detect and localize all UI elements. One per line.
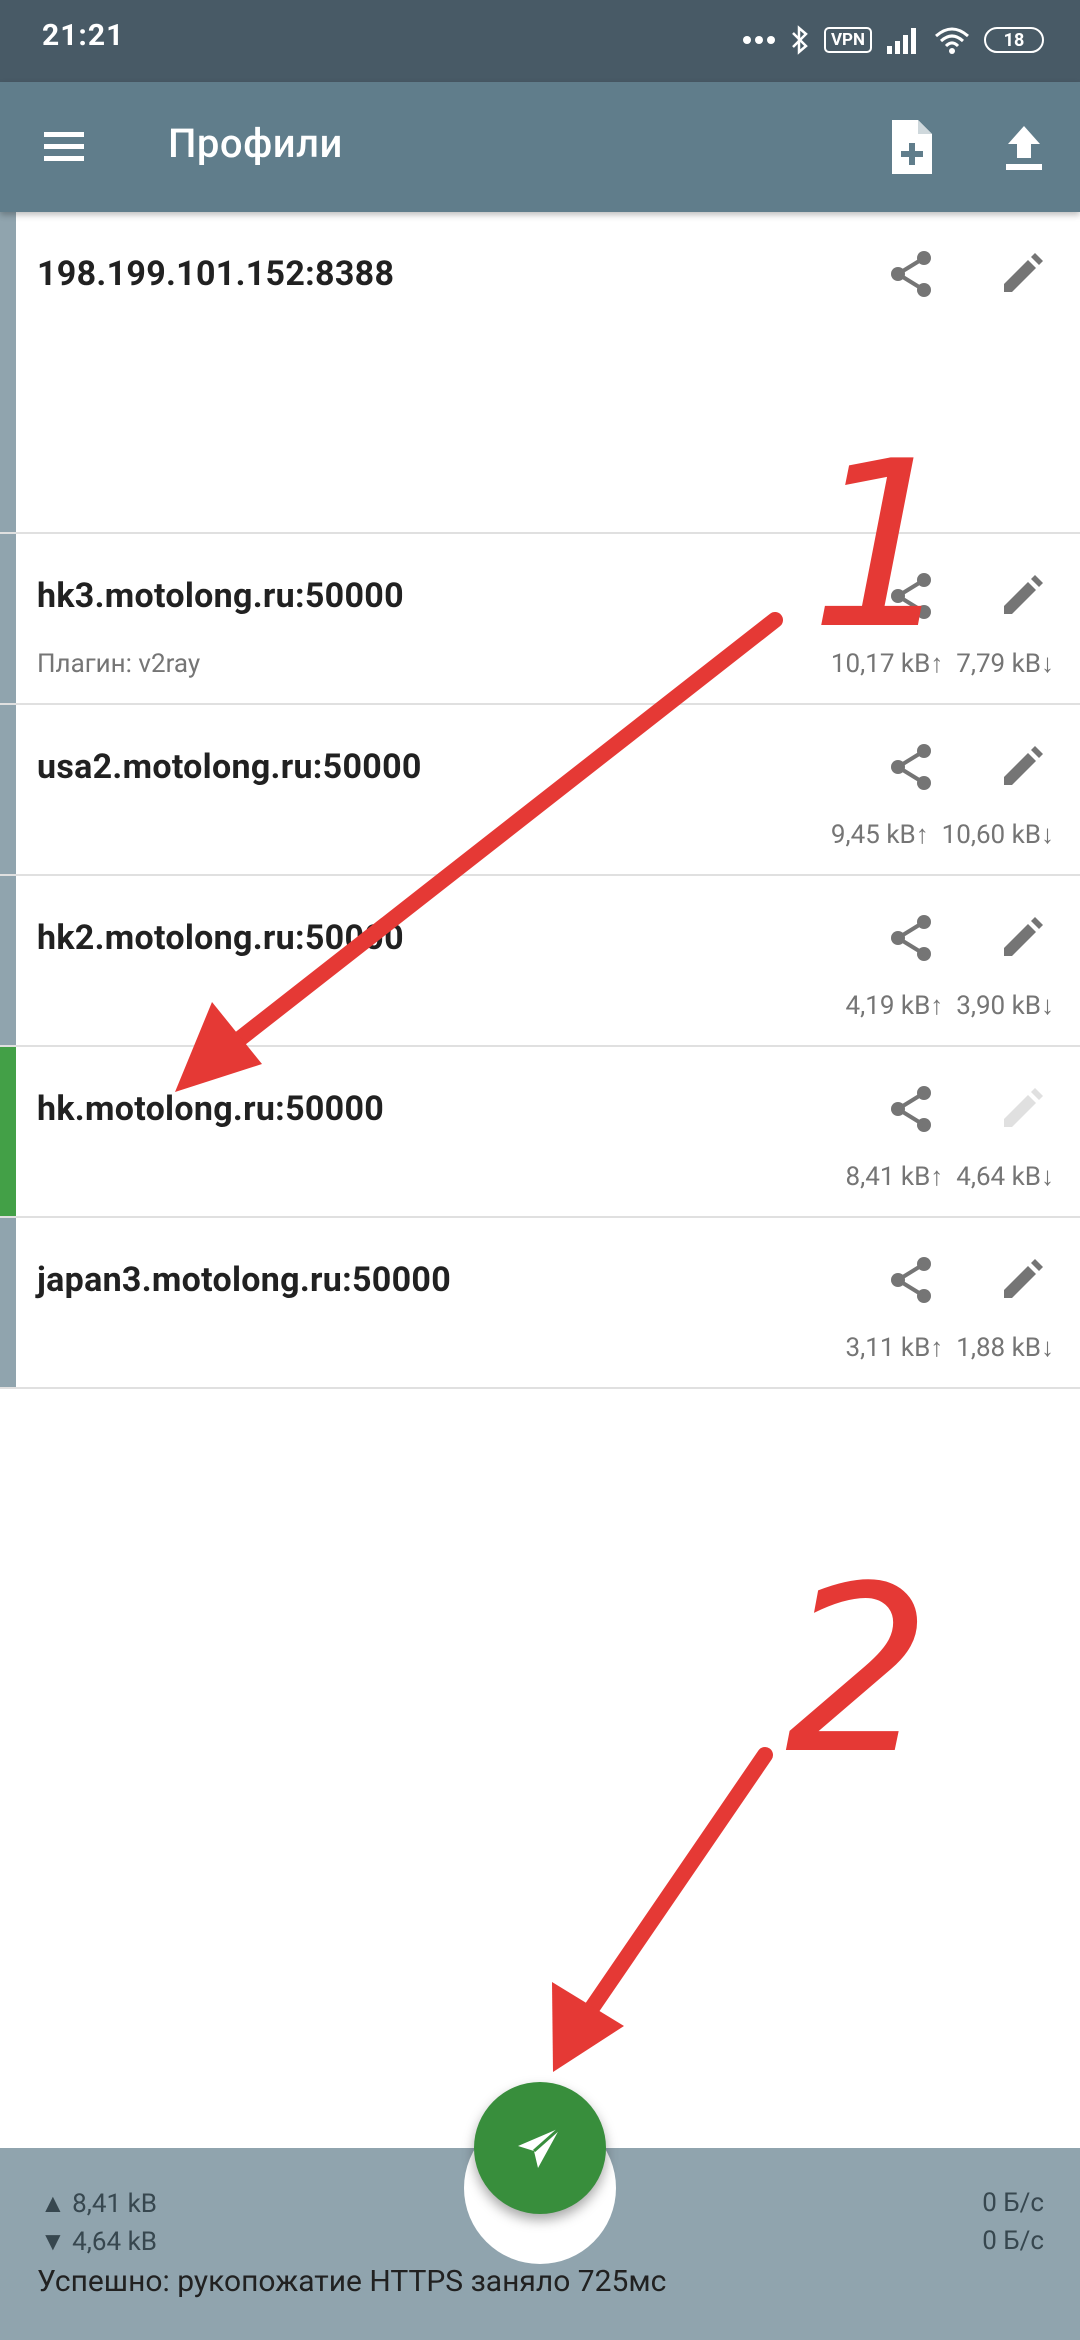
- tx-rate: 0 Б/с: [982, 2188, 1044, 2218]
- profile-row[interactable]: 198.199.101.152:8388: [0, 212, 1080, 534]
- profile-name: japan3.motolong.ru:50000: [37, 1260, 452, 1300]
- profile-traffic: 10,17 kB↑ 7,79 kB↓: [830, 649, 1054, 679]
- edit-icon[interactable]: [996, 248, 1048, 300]
- rx-total: ▼ 4,64 kB: [40, 2227, 157, 2257]
- status-bar: 21:21 VPN 18: [0, 0, 1080, 82]
- profile-status-stripe: [0, 212, 16, 532]
- bluetooth-icon: [790, 24, 810, 56]
- profile-name: hk.motolong.ru:50000: [37, 1089, 385, 1129]
- share-icon[interactable]: [886, 741, 938, 793]
- profile-status-stripe: [0, 705, 16, 874]
- status-message: Успешно: рукопожатие HTTPS заняло 725мс: [37, 2264, 667, 2299]
- profile-row[interactable]: japan3.motolong.ru:50000 3,11 kB↑ 1,88 kB…: [0, 1218, 1080, 1389]
- profile-status-stripe: [0, 534, 16, 703]
- profile-row[interactable]: hk2.motolong.ru:50000 4,19 kB↑ 3,90 kB↓: [0, 876, 1080, 1047]
- annotation-arrow-2: [552, 1747, 773, 2072]
- profile-row[interactable]: usa2.motolong.ru:50000 9,45 kB↑ 10,60 kB↓: [0, 705, 1080, 876]
- profile-list: 198.199.101.152:8388 hk3.motolong.ru:5000…: [0, 212, 1080, 1389]
- profile-row[interactable]: hk3.motolong.ru:50000 Плагин: v2ray 10,17 …: [0, 534, 1080, 705]
- upload-icon[interactable]: [996, 120, 1052, 176]
- tx-total: ▲ 8,41 kB: [40, 2189, 157, 2219]
- more-dots-icon: [742, 35, 776, 45]
- send-icon: [518, 2126, 561, 2168]
- share-icon[interactable]: [886, 570, 938, 622]
- edit-icon: [996, 1083, 1048, 1135]
- menu-icon[interactable]: [36, 122, 92, 172]
- status-icons: VPN 18: [742, 20, 1044, 60]
- share-icon[interactable]: [886, 1083, 938, 1135]
- vpn-badge: VPN: [823, 27, 872, 53]
- add-file-icon[interactable]: [884, 118, 940, 176]
- profile-name: usa2.motolong.ru:50000: [37, 747, 422, 787]
- edit-icon[interactable]: [996, 741, 1048, 793]
- battery-icon: 18: [984, 27, 1044, 53]
- share-icon[interactable]: [886, 248, 938, 300]
- profile-name: hk3.motolong.ru:50000: [37, 576, 404, 616]
- app-bar: Профили: [0, 82, 1080, 212]
- status-time: 21:21: [42, 18, 125, 53]
- edit-icon[interactable]: [996, 1254, 1048, 1306]
- edit-icon[interactable]: [996, 912, 1048, 964]
- battery-level: 18: [1003, 29, 1025, 51]
- rx-rate: 0 Б/с: [982, 2226, 1044, 2256]
- annotation-label-2: 2: [785, 1538, 931, 1805]
- profile-status-stripe: [0, 1047, 16, 1216]
- page-title: Профили: [168, 120, 343, 167]
- profile-row[interactable]: hk.motolong.ru:50000 8,41 kB↑ 4,64 kB↓: [0, 1047, 1080, 1218]
- profile-plugin: Плагин: v2ray: [37, 649, 201, 679]
- share-icon[interactable]: [886, 1254, 938, 1306]
- signal-icon: [886, 26, 920, 54]
- profile-traffic: 9,45 kB↑ 10,60 kB↓: [830, 820, 1054, 850]
- profile-traffic: 4,19 kB↑ 3,90 kB↓: [845, 991, 1054, 1021]
- profile-status-stripe: [0, 876, 16, 1045]
- profile-name: hk2.motolong.ru:50000: [37, 918, 404, 958]
- share-icon[interactable]: [886, 912, 938, 964]
- profile-status-stripe: [0, 1218, 16, 1387]
- edit-icon[interactable]: [996, 570, 1048, 622]
- wifi-icon: [934, 26, 970, 54]
- connect-fab[interactable]: [474, 2082, 606, 2214]
- profile-traffic: 3,11 kB↑ 1,88 kB↓: [845, 1333, 1054, 1363]
- profile-traffic: 8,41 kB↑ 4,64 kB↓: [845, 1162, 1054, 1192]
- profile-name: 198.199.101.152:8388: [37, 254, 395, 294]
